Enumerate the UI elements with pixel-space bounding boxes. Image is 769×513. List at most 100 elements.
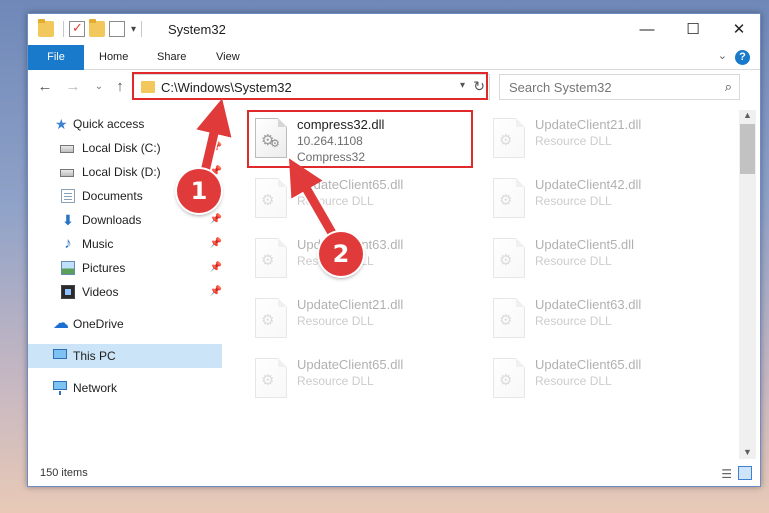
sidebar-item-music[interactable]: ♪ Music 📌 bbox=[28, 232, 222, 256]
sidebar-item-label: Downloads bbox=[82, 213, 142, 227]
pin-icon[interactable]: 📌 bbox=[210, 136, 222, 160]
file-tile[interactable]: ⚙ UpdateClient63.dll Resource DLL bbox=[485, 290, 713, 346]
step-2-badge: 2 bbox=[319, 232, 363, 276]
drive-icon bbox=[60, 169, 74, 177]
sidebar-item-pictures[interactable]: Pictures 📌 bbox=[28, 256, 222, 280]
file-name: UpdateClient63.dll bbox=[535, 297, 642, 312]
item-count: 150 items bbox=[40, 467, 88, 479]
file-name: UpdateClient21.dll bbox=[297, 297, 404, 312]
star-icon: ★ bbox=[55, 116, 68, 132]
arrow-left-icon: ← bbox=[37, 78, 53, 95]
sidebar-item-this-pc[interactable]: This PC bbox=[28, 344, 222, 368]
expand-ribbon-icon[interactable]: ⌄ bbox=[718, 49, 727, 62]
file-description: Resource DLL bbox=[535, 374, 612, 388]
address-highlight-box bbox=[132, 72, 488, 100]
sidebar-item-label: This PC bbox=[73, 349, 116, 363]
details-view-icon[interactable]: ☰ bbox=[721, 467, 732, 481]
toolbar-divider bbox=[63, 21, 64, 37]
gear-icon: ⚙ bbox=[261, 312, 275, 329]
maximize-button[interactable]: ☐ bbox=[670, 14, 716, 45]
file-tile[interactable]: ⚙ UpdateClient5.dll Resource DLL bbox=[485, 230, 713, 286]
status-bar: 150 items ☰ bbox=[28, 462, 760, 486]
file-description: Resource DLL bbox=[297, 374, 374, 388]
videos-icon bbox=[61, 285, 75, 299]
scroll-up-icon[interactable]: ▲ bbox=[743, 110, 752, 120]
ribbon: File Home Share View ⌄ ? bbox=[28, 45, 760, 70]
navigation-pane: ★ Quick access Local Disk (C:) 📌 Local D… bbox=[28, 110, 222, 455]
sidebar-item-local-disk-c[interactable]: Local Disk (C:) 📌 bbox=[28, 136, 222, 160]
pin-icon[interactable]: 📌 bbox=[210, 232, 222, 256]
gear-icon: ⚙ bbox=[499, 252, 513, 269]
minimize-button[interactable]: — bbox=[624, 14, 670, 45]
file-tile[interactable]: ⚙ UpdateClient42.dll Resource DLL bbox=[485, 170, 713, 226]
back-button[interactable]: ← bbox=[36, 78, 54, 96]
gear-icon: ⚙ bbox=[499, 132, 513, 149]
drive-icon bbox=[60, 145, 74, 153]
window-title: System32 bbox=[168, 22, 226, 37]
file-name: UpdateClient42.dll bbox=[535, 177, 642, 192]
file-description: Resource DLL bbox=[535, 134, 612, 148]
forward-button[interactable]: → bbox=[64, 78, 82, 96]
dll-file-icon: ⚙ bbox=[493, 358, 525, 398]
properties-icon[interactable] bbox=[69, 20, 85, 37]
file-name: UpdateClient65.dll bbox=[297, 357, 404, 372]
file-tile[interactable]: ⚙ UpdateClient65.dll Resource DLL bbox=[247, 170, 475, 226]
file-highlight-box bbox=[247, 110, 473, 168]
file-tile[interactable]: ⚙ UpdateClient21.dll Resource DLL bbox=[485, 110, 713, 166]
network-icon bbox=[53, 381, 67, 395]
minimize-icon: — bbox=[639, 21, 655, 38]
maximize-icon: ☐ bbox=[686, 21, 700, 38]
large-icons-view-icon[interactable] bbox=[738, 466, 752, 480]
downloads-icon: ⬇ bbox=[62, 212, 74, 228]
file-tile[interactable]: ⚙ UpdateClient65.dll Resource DLL bbox=[247, 350, 475, 406]
sidebar-item-label: Music bbox=[82, 237, 114, 251]
sidebar-item-videos[interactable]: Videos 📌 bbox=[28, 280, 222, 304]
vertical-scrollbar[interactable]: ▲ ▼ bbox=[739, 110, 756, 459]
step-1-badge: 1 bbox=[177, 169, 221, 213]
sidebar-item-label: Network bbox=[73, 381, 118, 395]
close-button[interactable]: ✕ bbox=[716, 14, 762, 45]
up-button[interactable]: ↑ bbox=[111, 78, 129, 96]
scrollbar-thumb[interactable] bbox=[740, 124, 755, 174]
gear-icon: ⚙ bbox=[261, 192, 275, 209]
tab-file[interactable]: File bbox=[28, 45, 84, 70]
file-description: Resource DLL bbox=[297, 314, 374, 328]
search-input[interactable]: Search System32 ⌕ bbox=[499, 74, 740, 100]
chevron-down-icon[interactable]: ▾ bbox=[131, 24, 136, 35]
sidebar-item-onedrive[interactable]: ☁ OneDrive bbox=[28, 312, 222, 336]
file-description: Resource DLL bbox=[535, 194, 612, 208]
pictures-icon bbox=[61, 261, 75, 275]
search-icon[interactable]: ⌕ bbox=[725, 79, 732, 95]
dll-file-icon: ⚙ bbox=[255, 238, 287, 278]
search-placeholder: Search System32 bbox=[509, 80, 612, 95]
scroll-down-icon[interactable]: ▼ bbox=[743, 447, 752, 457]
sidebar-item-label: Local Disk (C:) bbox=[82, 141, 161, 155]
sidebar-item-network[interactable]: Network bbox=[28, 376, 222, 400]
new-folder-icon[interactable] bbox=[89, 19, 105, 37]
tab-share[interactable]: Share bbox=[157, 45, 186, 70]
pin-icon[interactable]: 📌 bbox=[210, 208, 222, 232]
title-bar: ▾ System32 — ☐ ✕ bbox=[28, 14, 760, 45]
file-description: Resource DLL bbox=[535, 314, 612, 328]
dll-file-icon: ⚙ bbox=[255, 358, 287, 398]
file-name: UpdateClient65.dll bbox=[535, 357, 642, 372]
sidebar-item-quick-access[interactable]: ★ Quick access bbox=[28, 112, 222, 136]
recent-locations-button[interactable]: ⌄ bbox=[90, 78, 108, 96]
help-icon[interactable]: ? bbox=[735, 50, 750, 65]
gear-icon: ⚙ bbox=[499, 372, 513, 389]
file-name: UpdateClient65.dll bbox=[297, 177, 404, 192]
sidebar-item-label: Quick access bbox=[73, 117, 145, 131]
chevron-down-icon: ⌄ bbox=[94, 81, 104, 92]
tab-view[interactable]: View bbox=[216, 45, 240, 70]
pin-icon[interactable]: 📌 bbox=[210, 256, 222, 280]
sidebar-item-label: Pictures bbox=[82, 261, 126, 275]
sidebar-item-label: Local Disk (D:) bbox=[82, 165, 161, 179]
close-icon: ✕ bbox=[732, 21, 746, 38]
file-description: Resource DLL bbox=[535, 254, 612, 268]
tab-home[interactable]: Home bbox=[99, 45, 128, 70]
file-tile[interactable]: ⚙ UpdateClient65.dll Resource DLL bbox=[485, 350, 713, 406]
customize-view-icon[interactable] bbox=[109, 21, 125, 37]
file-description: Resource DLL bbox=[297, 194, 374, 208]
pin-icon[interactable]: 📌 bbox=[210, 280, 222, 304]
file-tile[interactable]: ⚙ UpdateClient21.dll Resource DLL bbox=[247, 290, 475, 346]
